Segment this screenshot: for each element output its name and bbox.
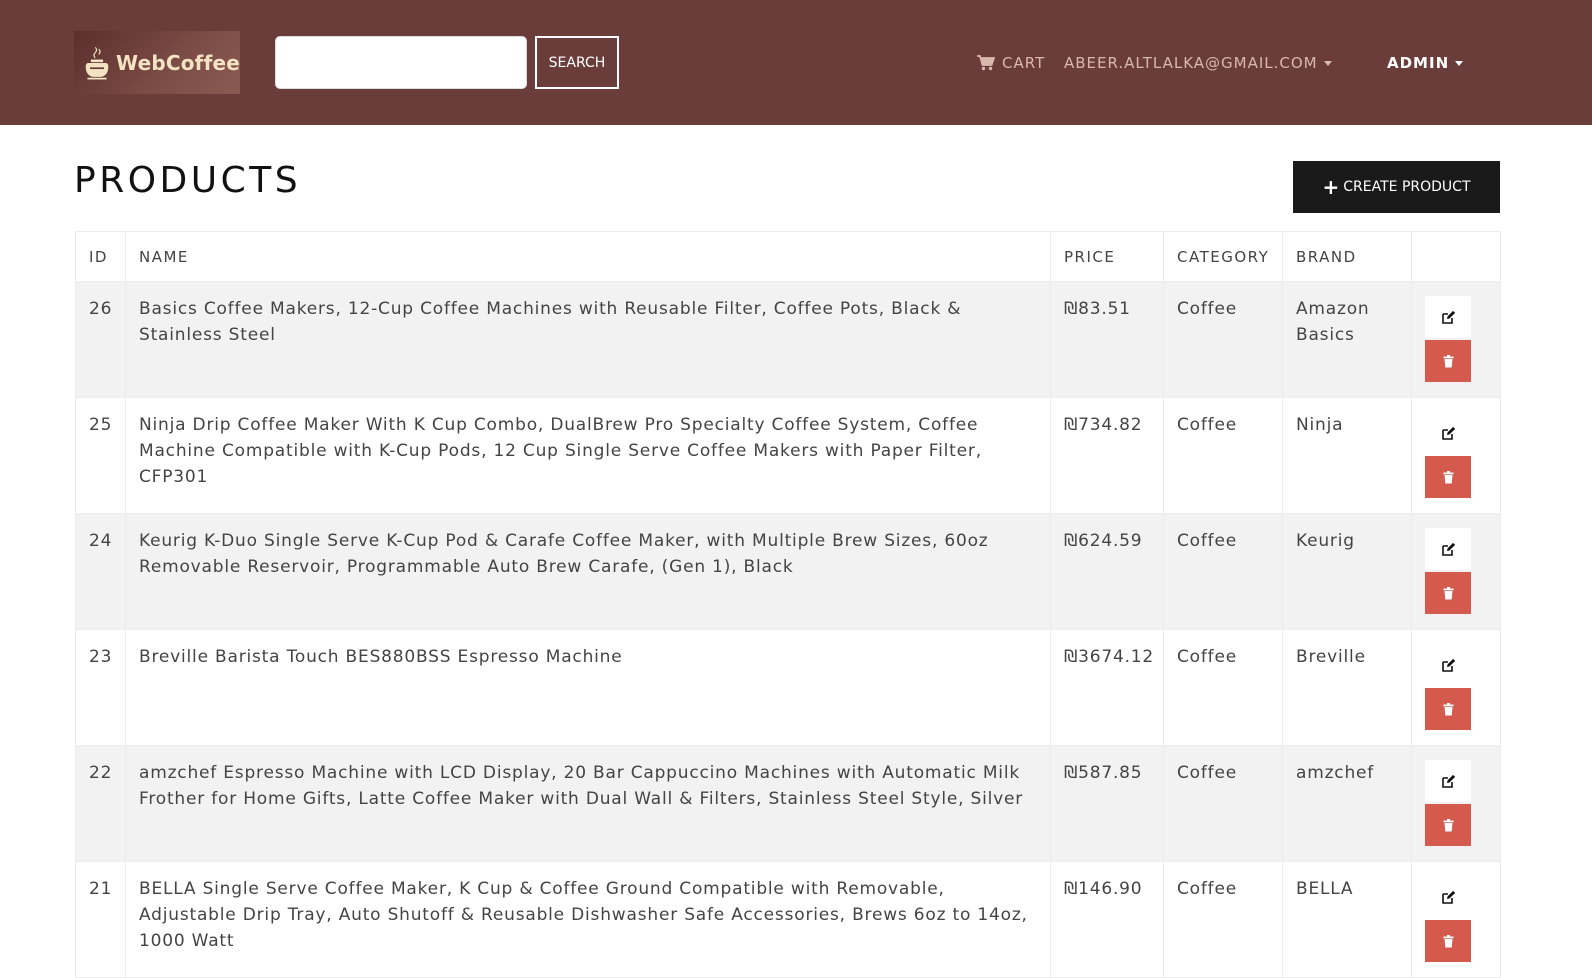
- trash-icon: [1443, 470, 1453, 483]
- cell-price: ₪624.59: [1050, 513, 1164, 630]
- trash-icon: [1443, 354, 1453, 367]
- cart-icon: [977, 55, 995, 71]
- navbar: WebCoffee SEARCH CART ABEER.ALTLALKA@GMA…: [0, 0, 1592, 125]
- cart-link[interactable]: CART: [977, 52, 1045, 74]
- user-email: ABEER.ALTLALKA@GMAIL.COM: [1064, 54, 1318, 72]
- cell-name: Basics Coffee Makers, 12-Cup Coffee Mach…: [125, 281, 1051, 398]
- cell-actions: [1411, 745, 1501, 862]
- caret-down-icon: [1323, 60, 1332, 66]
- cart-label: CART: [1002, 54, 1046, 72]
- cell-id: 21: [75, 861, 126, 978]
- cell-actions: [1411, 629, 1501, 746]
- table-row: 23 Breville Barista Touch BES880BSS Espr…: [75, 629, 1501, 746]
- trash-icon: [1443, 934, 1453, 947]
- trash-icon: [1443, 702, 1453, 715]
- trash-icon: [1443, 818, 1453, 831]
- table-row: 22 amzchef Espresso Machine with LCD Dis…: [75, 745, 1501, 862]
- edit-icon: [1441, 542, 1455, 556]
- brand-name: WebCoffee: [116, 50, 240, 75]
- edit-icon: [1441, 890, 1455, 904]
- create-product-button[interactable]: + CREATE PRODUCT: [1293, 161, 1500, 213]
- delete-button[interactable]: [1425, 688, 1471, 730]
- edit-button[interactable]: [1425, 876, 1471, 918]
- table-row: 21 BELLA Single Serve Coffee Maker, K Cu…: [75, 861, 1501, 978]
- trash-icon: [1443, 586, 1453, 599]
- header-brand: BRAND: [1282, 231, 1412, 282]
- cell-id: 26: [75, 281, 126, 398]
- cell-category: Coffee: [1163, 281, 1283, 398]
- caret-down-icon: [1455, 60, 1464, 66]
- search-input[interactable]: [275, 36, 527, 89]
- page-title: PRODUCTS: [74, 160, 302, 201]
- cell-name: amzchef Espresso Machine with LCD Displa…: [125, 745, 1051, 862]
- create-product-label: CREATE PRODUCT: [1343, 179, 1471, 195]
- cell-brand: Breville: [1282, 629, 1412, 746]
- edit-button[interactable]: [1425, 296, 1471, 338]
- cell-actions: [1411, 513, 1501, 630]
- edit-button[interactable]: [1425, 644, 1471, 686]
- cell-actions: [1411, 397, 1501, 514]
- cell-id: 23: [75, 629, 126, 746]
- cell-actions: [1411, 861, 1501, 978]
- delete-button[interactable]: [1425, 920, 1471, 962]
- cell-id: 24: [75, 513, 126, 630]
- user-email-dropdown[interactable]: ABEER.ALTLALKA@GMAIL.COM: [1064, 52, 1332, 74]
- brand-logo[interactable]: WebCoffee: [74, 31, 240, 94]
- cell-id: 22: [75, 745, 126, 862]
- cell-price: ₪734.82: [1050, 397, 1164, 514]
- edit-icon: [1441, 658, 1455, 672]
- cell-price: ₪587.85: [1050, 745, 1164, 862]
- cell-category: Coffee: [1163, 745, 1283, 862]
- plus-icon: +: [1322, 175, 1340, 199]
- cell-name: Keurig K-Duo Single Serve K-Cup Pod & Ca…: [125, 513, 1051, 630]
- cell-name: Breville Barista Touch BES880BSS Espress…: [125, 629, 1051, 746]
- cell-brand: amzchef: [1282, 745, 1412, 862]
- delete-button[interactable]: [1425, 340, 1471, 382]
- edit-button[interactable]: [1425, 528, 1471, 570]
- header-price: PRICE: [1050, 231, 1164, 282]
- edit-icon: [1441, 310, 1455, 324]
- products-table-container: ID NAME PRICE CATEGORY BRAND 26 Basics C…: [75, 231, 1501, 978]
- delete-button[interactable]: [1425, 572, 1471, 614]
- cell-price: ₪83.51: [1050, 281, 1164, 398]
- products-table: ID NAME PRICE CATEGORY BRAND 26 Basics C…: [75, 231, 1501, 978]
- cell-brand: BELLA: [1282, 861, 1412, 978]
- cell-brand: Keurig: [1282, 513, 1412, 630]
- admin-label: ADMIN: [1387, 54, 1450, 72]
- cell-category: Coffee: [1163, 513, 1283, 630]
- coffee-pot-icon: [85, 46, 109, 79]
- header-category: CATEGORY: [1163, 231, 1283, 282]
- cell-category: Coffee: [1163, 397, 1283, 514]
- cell-name: BELLA Single Serve Coffee Maker, K Cup &…: [125, 861, 1051, 978]
- cell-id: 25: [75, 397, 126, 514]
- delete-button[interactable]: [1425, 456, 1471, 498]
- edit-icon: [1441, 774, 1455, 788]
- header-id: ID: [75, 231, 126, 282]
- table-header-row: ID NAME PRICE CATEGORY BRAND: [75, 231, 1501, 282]
- edit-button[interactable]: [1425, 760, 1471, 802]
- table-row: 24 Keurig K-Duo Single Serve K-Cup Pod &…: [75, 513, 1501, 630]
- delete-button[interactable]: [1425, 804, 1471, 846]
- table-row: 25 Ninja Drip Coffee Maker With K Cup Co…: [75, 397, 1501, 514]
- cell-brand: Ninja: [1282, 397, 1412, 514]
- edit-icon: [1441, 426, 1455, 440]
- cell-category: Coffee: [1163, 629, 1283, 746]
- cell-actions: [1411, 281, 1501, 398]
- header-name: NAME: [125, 231, 1051, 282]
- search-button[interactable]: SEARCH: [535, 36, 619, 89]
- admin-dropdown[interactable]: ADMIN: [1387, 52, 1464, 74]
- edit-button[interactable]: [1425, 412, 1471, 454]
- cell-category: Coffee: [1163, 861, 1283, 978]
- cell-price: ₪3674.12: [1050, 629, 1164, 746]
- cell-brand: Amazon Basics: [1282, 281, 1412, 398]
- header-actions: [1411, 231, 1501, 282]
- cell-price: ₪146.90: [1050, 861, 1164, 978]
- cell-name: Ninja Drip Coffee Maker With K Cup Combo…: [125, 397, 1051, 514]
- table-row: 26 Basics Coffee Makers, 12-Cup Coffee M…: [75, 281, 1501, 398]
